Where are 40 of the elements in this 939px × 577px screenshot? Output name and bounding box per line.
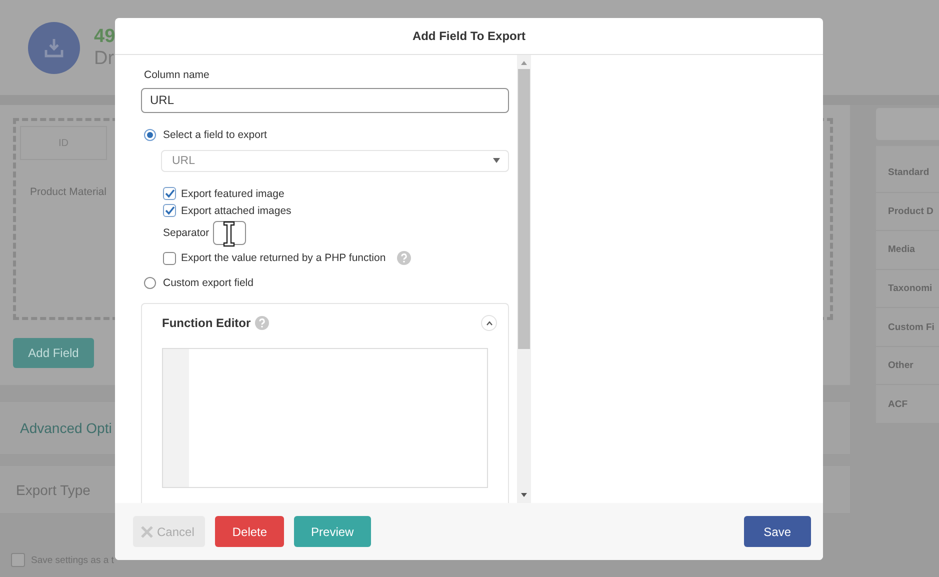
export-count: 49 bbox=[94, 26, 116, 48]
dialog-title: Add Field To Export bbox=[115, 18, 823, 55]
field-label: Separator bbox=[163, 227, 210, 239]
field-group-tab[interactable]: Other bbox=[876, 346, 939, 386]
save-button[interactable]: Save bbox=[744, 516, 811, 547]
add-field-button[interactable]: Add Field bbox=[13, 338, 94, 368]
checkbox-label: Export the value returned by a PHP function bbox=[181, 252, 386, 264]
preview-button[interactable]: Preview bbox=[294, 516, 371, 547]
scrollbar[interactable] bbox=[517, 55, 531, 503]
field-group-tab[interactable]: Taxonomi bbox=[876, 270, 939, 308]
field-label: Column name bbox=[143, 69, 210, 81]
checkbox-label: Export featured image bbox=[181, 188, 284, 200]
checkbox-label: Export attached images bbox=[181, 204, 292, 216]
help-icon bbox=[396, 251, 411, 265]
checkbox[interactable] bbox=[163, 204, 176, 217]
column-name-input[interactable]: URL bbox=[141, 88, 509, 112]
caret-icon bbox=[493, 158, 500, 164]
checkbox[interactable] bbox=[163, 187, 176, 200]
help-icon bbox=[254, 316, 269, 330]
radio-label: Select a field to export bbox=[163, 128, 267, 140]
field-row[interactable]: Product Material bbox=[30, 186, 106, 198]
radio-button[interactable] bbox=[144, 128, 156, 140]
panel-title: Function Editor bbox=[162, 316, 251, 330]
chevron-icon bbox=[486, 320, 492, 326]
text-cursor-icon bbox=[222, 221, 236, 247]
radio-button[interactable] bbox=[144, 277, 156, 289]
delete-button[interactable]: Delete bbox=[215, 516, 284, 547]
scroll-down-icon[interactable] bbox=[520, 492, 528, 498]
field-group-tab[interactable]: Standard bbox=[876, 154, 939, 193]
checkbox[interactable] bbox=[11, 553, 25, 567]
field-group-tab[interactable]: ACF bbox=[876, 385, 939, 424]
field-select[interactable]: URL bbox=[161, 150, 509, 172]
collapse-button[interactable] bbox=[481, 315, 497, 331]
checkbox[interactable] bbox=[163, 252, 176, 264]
download-icon bbox=[43, 36, 65, 58]
field-group-tab[interactable]: Media bbox=[876, 231, 939, 270]
field-group-tab[interactable]: Custom Fi bbox=[876, 308, 939, 347]
field-group-tab[interactable]: Product D bbox=[876, 192, 939, 232]
close-icon bbox=[141, 526, 153, 538]
radio-label: Custom export field bbox=[163, 277, 254, 289]
